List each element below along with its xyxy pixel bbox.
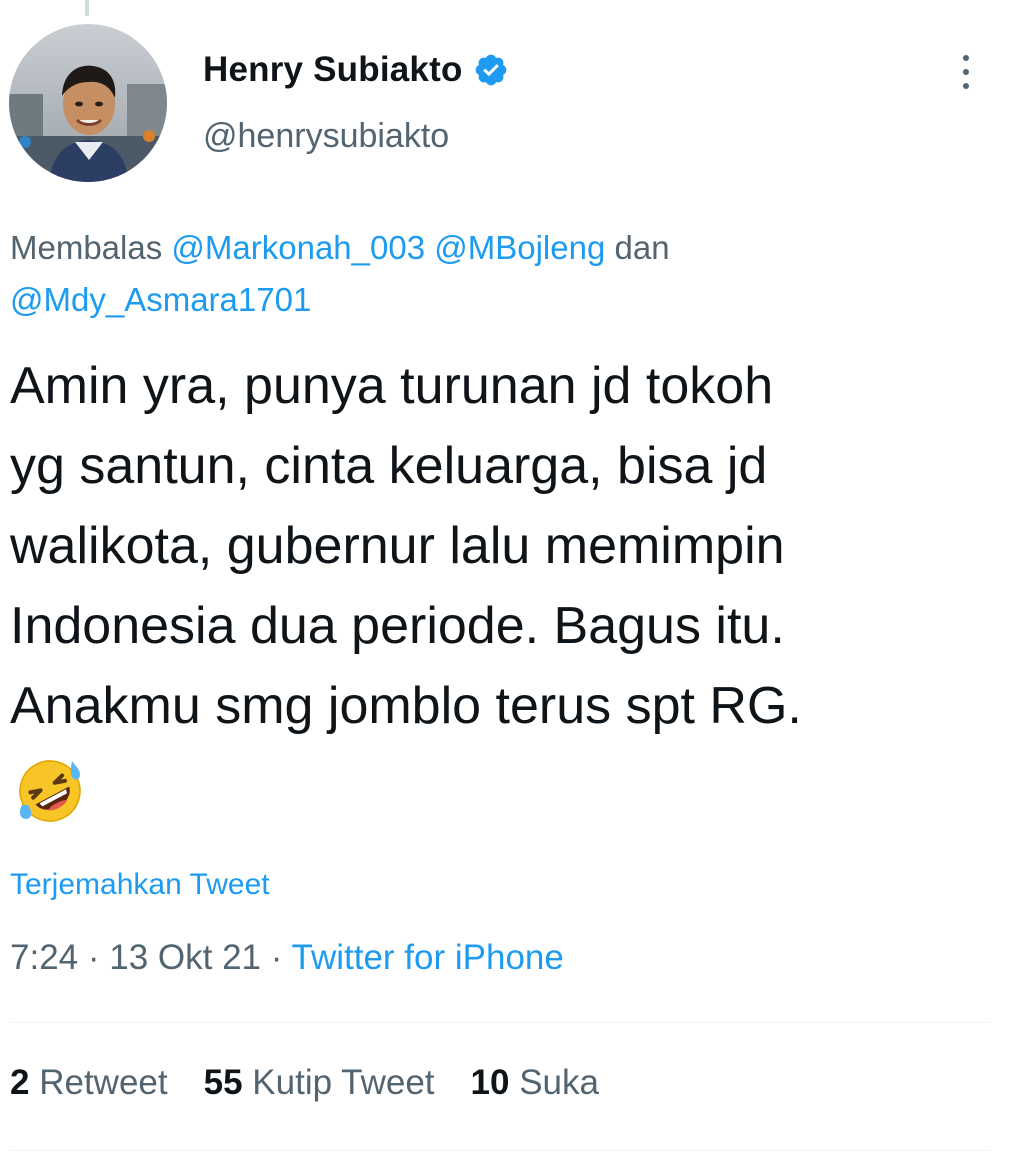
thread-connector-line — [85, 0, 89, 16]
avatar-photo — [9, 24, 167, 182]
tweet-source-link[interactable]: Twitter for iPhone — [292, 938, 564, 977]
replying-to-line: Membalas @Markonah_003 @MBojleng dan @Md… — [10, 222, 990, 326]
author-handle[interactable]: @henrysubiakto — [203, 117, 449, 156]
retweets-stat[interactable]: 2 Retweet — [10, 1063, 168, 1103]
quote-tweets-stat[interactable]: 55 Kutip Tweet — [204, 1063, 435, 1103]
likes-stat[interactable]: 10 Suka — [471, 1063, 599, 1103]
tweet-text-line: walikota, gubernur lalu memimpin — [10, 517, 785, 575]
author-display-name[interactable]: Henry Subiakto — [203, 50, 463, 90]
more-dot — [963, 55, 969, 61]
verified-badge-icon — [473, 52, 509, 88]
tweet-stats: 2 Retweet 55 Kutip Tweet 10 Suka — [10, 1063, 599, 1103]
tweet-text-line: yg santun, cinta keluarga, bisa jd — [10, 437, 768, 495]
avatar[interactable] — [9, 24, 167, 182]
divider — [10, 1150, 990, 1151]
tweet-time[interactable]: 7:24 — [10, 938, 78, 977]
tweet-text-line: Anakmu smg jomblo terus spt RG. — [10, 677, 802, 735]
likes-label: Suka — [519, 1063, 599, 1102]
likes-count: 10 — [470, 1063, 510, 1102]
retweets-label: Retweet — [39, 1063, 168, 1102]
tweet-text-line: Indonesia dua periode. Bagus itu. — [10, 597, 785, 655]
mention-link-mdy-asmara[interactable]: @Mdy_Asmara1701 — [10, 281, 311, 318]
translate-tweet-link[interactable]: Terjemahkan Tweet — [10, 868, 270, 902]
retweets-count: 2 — [10, 1063, 30, 1102]
tweet-meta: 7:24 · 13 Okt 21 · Twitter for iPhone — [10, 938, 564, 978]
mention-link-mbojleng[interactable]: @MBojleng — [434, 229, 605, 266]
meta-separator: · — [87, 938, 100, 977]
quote-tweets-label: Kutip Tweet — [252, 1063, 435, 1102]
more-dot — [963, 83, 969, 89]
replying-to-prefix: Membalas — [10, 229, 163, 266]
author-name-row[interactable]: Henry Subiakto — [203, 46, 509, 94]
replying-to-conjunction: dan — [614, 229, 670, 266]
meta-separator: · — [270, 938, 283, 977]
more-dot — [963, 69, 969, 75]
rolling-on-floor-laughing-emoji-icon — [14, 755, 86, 827]
tweet-date[interactable]: 13 Okt 21 — [109, 938, 261, 977]
more-options-icon[interactable] — [944, 48, 988, 96]
mention-link-markonah[interactable]: @Markonah_003 — [171, 229, 425, 266]
tweet-text: Amin yra, punya turunan jd tokoh yg sant… — [10, 346, 1010, 746]
tweet-text-line: Amin yra, punya turunan jd tokoh — [10, 357, 774, 415]
quote-tweets-count: 55 — [203, 1063, 243, 1102]
divider — [10, 1022, 990, 1023]
